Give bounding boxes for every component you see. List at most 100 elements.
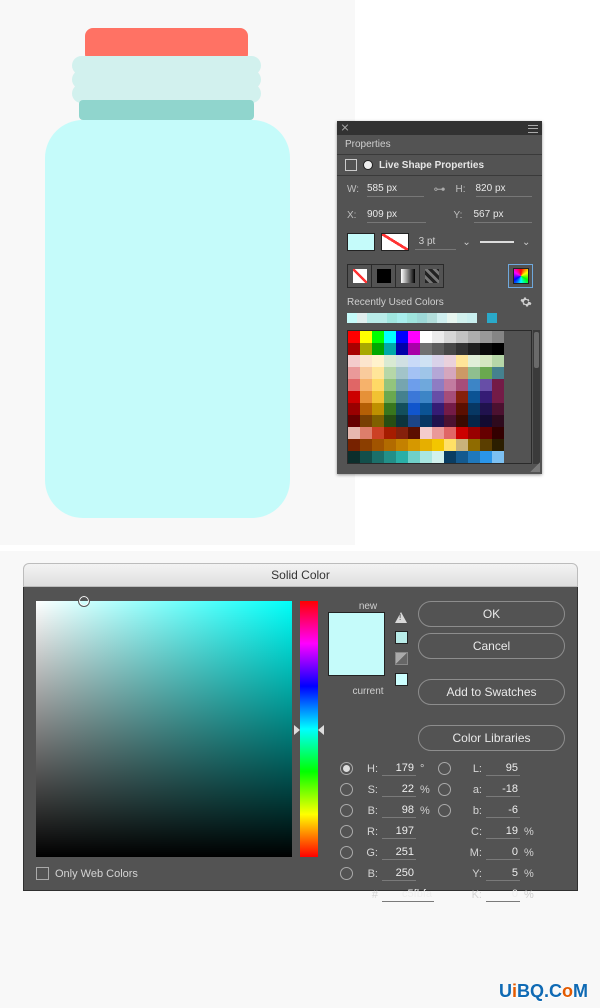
swatch-cell[interactable] <box>468 391 480 403</box>
swatch-cell[interactable] <box>348 379 360 391</box>
radio-l[interactable] <box>438 762 451 775</box>
swatch-cell[interactable] <box>468 343 480 355</box>
swatch-cell[interactable] <box>444 367 456 379</box>
swatch-cell[interactable] <box>480 379 492 391</box>
swatch-cell[interactable] <box>480 451 492 463</box>
g-field[interactable]: 251 <box>382 845 416 860</box>
radio-s[interactable] <box>340 783 353 796</box>
swatch-cell[interactable] <box>420 391 432 403</box>
h-field[interactable]: 179 <box>382 761 416 776</box>
swatch-cell[interactable] <box>360 367 372 379</box>
b-lab-field[interactable]: -6 <box>486 803 520 818</box>
cmyk-y-field[interactable]: 5 <box>486 866 520 881</box>
k-field[interactable]: 0 <box>486 887 520 902</box>
radio-g[interactable] <box>340 846 353 859</box>
swatch-cell[interactable] <box>384 451 396 463</box>
swatch-cell[interactable] <box>348 439 360 451</box>
saturation-brightness-box[interactable] <box>36 601 292 857</box>
swatch-cell[interactable] <box>408 391 420 403</box>
m-field[interactable]: 0 <box>486 845 520 860</box>
gamut-warning-icon[interactable] <box>395 612 407 623</box>
swatch-cell[interactable] <box>492 439 504 451</box>
swatch-cell[interactable] <box>396 415 408 427</box>
radio-bc[interactable] <box>340 867 353 880</box>
swatch-cell[interactable] <box>348 415 360 427</box>
swatch-cell[interactable] <box>492 427 504 439</box>
swatch-cell[interactable] <box>468 439 480 451</box>
recent-swatch[interactable] <box>407 313 417 323</box>
swatch-cell[interactable] <box>432 343 444 355</box>
swatch-cell[interactable] <box>420 343 432 355</box>
swatch-cell[interactable] <box>348 355 360 367</box>
fill-swatch[interactable] <box>347 233 375 251</box>
swatch-cell[interactable] <box>420 415 432 427</box>
swatch-cell[interactable] <box>396 391 408 403</box>
swatch-cell[interactable] <box>408 379 420 391</box>
web-safe-icon[interactable] <box>395 652 408 665</box>
swatch-cell[interactable] <box>396 367 408 379</box>
fill-gradient-button[interactable] <box>395 264 420 288</box>
brightness-field[interactable]: 98 <box>382 803 416 818</box>
swatch-cell[interactable] <box>480 343 492 355</box>
swatch-cell[interactable] <box>420 331 432 343</box>
a-field[interactable]: -18 <box>486 782 520 797</box>
swatch-cell[interactable] <box>468 415 480 427</box>
swatch-cell[interactable] <box>372 379 384 391</box>
recent-swatch[interactable] <box>487 313 497 323</box>
recent-swatch[interactable] <box>387 313 397 323</box>
swatch-cell[interactable] <box>396 427 408 439</box>
swatch-cell[interactable] <box>396 439 408 451</box>
swatch-cell[interactable] <box>420 403 432 415</box>
recent-colors-strip[interactable] <box>337 310 542 326</box>
swatch-cell[interactable] <box>384 367 396 379</box>
swatch-cell[interactable] <box>372 451 384 463</box>
swatch-cell[interactable] <box>360 391 372 403</box>
swatch-cell[interactable] <box>456 415 468 427</box>
swatch-cell[interactable] <box>408 451 420 463</box>
panel-tabbar[interactable] <box>337 121 542 135</box>
swatch-cell[interactable] <box>492 367 504 379</box>
swatch-cell[interactable] <box>420 427 432 439</box>
swatch-cell[interactable] <box>456 427 468 439</box>
recent-swatch[interactable] <box>417 313 427 323</box>
swatch-cell[interactable] <box>396 343 408 355</box>
swatch-cell[interactable] <box>480 415 492 427</box>
panel-menu-icon[interactable] <box>528 125 538 133</box>
swatch-cell[interactable] <box>360 451 372 463</box>
recent-swatch[interactable] <box>427 313 437 323</box>
recent-swatch[interactable] <box>357 313 367 323</box>
swatch-cell[interactable] <box>456 403 468 415</box>
cancel-button[interactable]: Cancel <box>418 633 565 659</box>
swatch-cell[interactable] <box>492 403 504 415</box>
swatch-cell[interactable] <box>432 391 444 403</box>
swatch-cell[interactable] <box>456 439 468 451</box>
swatch-cell[interactable] <box>456 451 468 463</box>
recent-swatch[interactable] <box>437 313 447 323</box>
swatch-cell[interactable] <box>444 451 456 463</box>
swatch-cell[interactable] <box>432 367 444 379</box>
swatch-cell[interactable] <box>420 355 432 367</box>
radio-r[interactable] <box>340 825 353 838</box>
swatch-cell[interactable] <box>432 451 444 463</box>
close-icon[interactable] <box>341 124 349 132</box>
swatch-cell[interactable] <box>360 427 372 439</box>
swatch-cell[interactable] <box>348 451 360 463</box>
swatch-cell[interactable] <box>396 355 408 367</box>
hue-slider[interactable] <box>300 601 318 857</box>
swatch-cell[interactable] <box>384 415 396 427</box>
swatch-cell[interactable] <box>408 427 420 439</box>
color-picker-button[interactable] <box>508 264 533 288</box>
swatch-cell[interactable] <box>348 427 360 439</box>
swatch-cell[interactable] <box>348 367 360 379</box>
recent-swatch[interactable] <box>397 313 407 323</box>
dialog-titlebar[interactable]: Solid Color <box>23 563 578 587</box>
swatch-cell[interactable] <box>372 403 384 415</box>
swatch-cell[interactable] <box>444 379 456 391</box>
recent-swatch[interactable] <box>347 313 357 323</box>
scroll-thumb[interactable] <box>534 332 539 368</box>
swatch-cell[interactable] <box>384 391 396 403</box>
swatch-cell[interactable] <box>480 367 492 379</box>
swatch-cell[interactable] <box>408 439 420 451</box>
gamut-safe-swatch[interactable] <box>395 631 408 644</box>
stroke-swatch[interactable] <box>381 233 409 251</box>
